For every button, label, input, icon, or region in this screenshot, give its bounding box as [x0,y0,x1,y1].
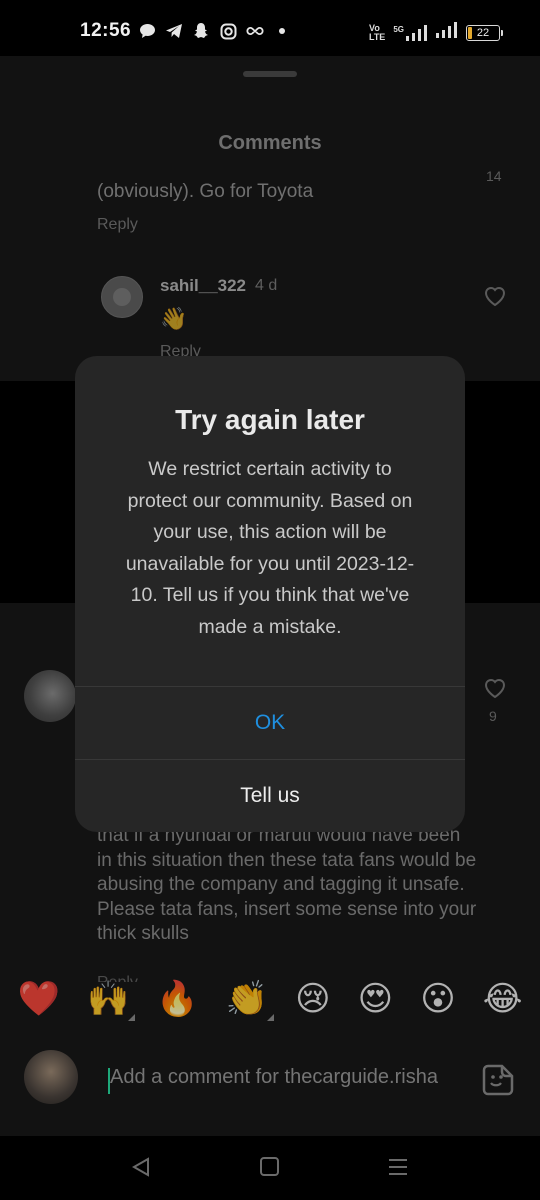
screen: 12:56 Vo LTE 5G 22 Comments (obviously).… [0,0,540,1200]
emoji-raised-hands-glyph: 🙌 [86,979,130,1019]
volte-label: Vo LTE [368,23,386,42]
back-icon[interactable] [130,1156,152,1183]
emoji-fire[interactable]: 🔥 [156,979,198,1019]
emoji-bar: ❤️ 🙌 🔥 👏 😢 😍 😮 😂 [0,970,540,1028]
avatar[interactable] [24,670,76,722]
battery-level: 22 [476,26,490,39]
comment-input[interactable] [110,1066,470,1089]
comments-title: Comments [218,132,322,154]
signal-5g-label: 5G [393,24,404,34]
recents-icon[interactable] [387,1156,409,1183]
snapchat-icon [192,22,210,40]
reply-link[interactable]: Reply [97,216,138,234]
tell-us-button[interactable]: Tell us [75,760,465,832]
comment-composer [0,1040,540,1120]
emoji-laughing[interactable]: 😂 [483,979,523,1019]
emoji-heart[interactable]: ❤️ [18,979,60,1019]
reply-username[interactable]: sahil__322 [160,276,246,296]
telegram-icon [165,22,183,40]
comment-text: (obviously). Go for Toyota [97,181,314,202]
comment-like-count: 14 [486,168,502,184]
reply-text: 👋 [160,306,188,331]
dialog-title: Try again later [175,404,365,435]
comment-text: that if a hyundai or maruti would have b… [97,825,477,944]
status-bar: 12:56 Vo LTE 5G 22 [0,0,540,56]
emoji-raised-hands[interactable]: 🙌 [86,979,136,1021]
volte-label-bottom: LTE [368,31,386,42]
status-time: 12:56 [80,20,132,41]
signal-5g-icon: 5G [393,24,428,41]
avatar [24,1050,78,1104]
sticker-icon[interactable] [480,1062,516,1103]
try-again-dialog: Try again later We restrict certain acti… [75,356,465,832]
signal-icon [436,22,458,43]
comment-like-count: 9 [489,708,497,724]
system-indicators: Vo LTE 5G 22 [368,22,503,43]
chat-icon [138,22,156,40]
reply-timestamp: 4 d [255,277,278,294]
instagram-icon [219,22,237,40]
notification-icons [138,22,291,40]
system-nav-bar [0,1136,540,1200]
emoji-clap[interactable]: 👏 [225,979,275,1021]
dot-icon [273,22,291,40]
home-icon[interactable] [259,1156,281,1183]
emoji-heart-eyes[interactable]: 😍 [358,979,393,1019]
avatar[interactable] [101,276,143,318]
emoji-clap-glyph: 👏 [225,979,269,1019]
infinity-icon [246,22,264,40]
ok-button[interactable]: OK [75,687,465,759]
emoji-crying[interactable]: 😢 [295,979,330,1019]
battery-icon: 22 [466,24,503,41]
dialog-message: We restrict certain activity to protect … [125,458,415,638]
like-heart-icon[interactable] [483,285,507,312]
sheet-grabber[interactable] [243,71,297,77]
emoji-surprised[interactable]: 😮 [420,979,455,1019]
like-heart-icon[interactable] [483,677,507,704]
